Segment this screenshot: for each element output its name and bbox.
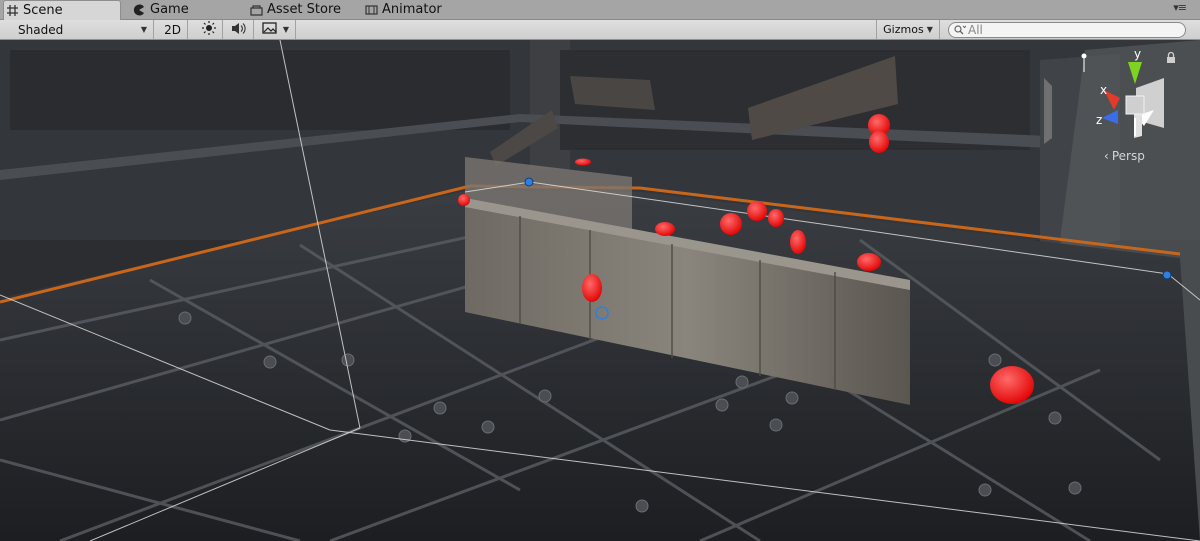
tab-animator[interactable]: Animator xyxy=(363,0,463,19)
gizmos-dropdown[interactable]: Gizmos ▼ xyxy=(876,20,940,39)
lock-icon[interactable] xyxy=(1166,52,1176,63)
orientation-gizmo[interactable]: y x z xyxy=(1032,48,1172,178)
scene-search-field[interactable]: All xyxy=(948,22,1186,38)
scene-audio-toggle[interactable] xyxy=(224,20,254,39)
scene-toolbar: Shaded ▼ 2D ▼ Gizmos ▼ All xyxy=(0,20,1200,40)
tab-label: Game xyxy=(150,2,189,17)
projection-label: Persp xyxy=(1111,149,1145,163)
projection-toggle[interactable]: ‹ Persp xyxy=(1104,149,1145,163)
chevron-down-icon: ▼ xyxy=(140,25,147,34)
tab-label: Animator xyxy=(382,2,442,17)
store-icon xyxy=(248,2,264,18)
axis-y-label: y xyxy=(1134,48,1141,61)
speaker-icon xyxy=(231,22,246,38)
axis-z-label: z xyxy=(1096,113,1102,127)
persp-arrow-icon: ‹ xyxy=(1104,149,1109,163)
window-menu-icon[interactable]: ▾≡ xyxy=(1173,1,1187,14)
window-tab-bar: Scene Game Asset Store Animator ▾≡ xyxy=(0,0,1200,20)
scene-effects-dropdown[interactable]: ▼ xyxy=(256,20,296,39)
shading-mode-value: Shaded xyxy=(18,22,64,37)
tab-game[interactable]: Game xyxy=(131,0,241,19)
tab-label: Asset Store xyxy=(267,2,342,17)
sun-icon xyxy=(201,21,216,38)
search-icon xyxy=(954,25,966,35)
image-icon xyxy=(262,22,277,37)
toggle-2d-label: 2D xyxy=(164,22,181,37)
grid-icon xyxy=(4,3,20,19)
shading-mode-dropdown[interactable]: Shaded ▼ xyxy=(0,20,154,39)
pacman-icon xyxy=(131,2,147,18)
scene-viewport[interactable]: y x z ‹ Persp xyxy=(0,40,1200,541)
tab-scene[interactable]: Scene xyxy=(3,0,121,20)
scene-lighting-toggle[interactable] xyxy=(195,20,223,39)
tab-asset-store[interactable]: Asset Store xyxy=(248,0,356,19)
search-placeholder: All xyxy=(968,23,983,37)
chevron-down-icon: ▼ xyxy=(926,25,933,34)
animator-icon xyxy=(363,2,379,18)
axis-x-label: x xyxy=(1100,83,1107,97)
chevron-down-icon: ▼ xyxy=(282,25,290,34)
gizmos-label: Gizmos xyxy=(883,23,924,36)
toggle-2d-button[interactable]: 2D xyxy=(158,20,188,39)
scene-render xyxy=(0,40,1200,541)
tab-label: Scene xyxy=(23,3,63,18)
